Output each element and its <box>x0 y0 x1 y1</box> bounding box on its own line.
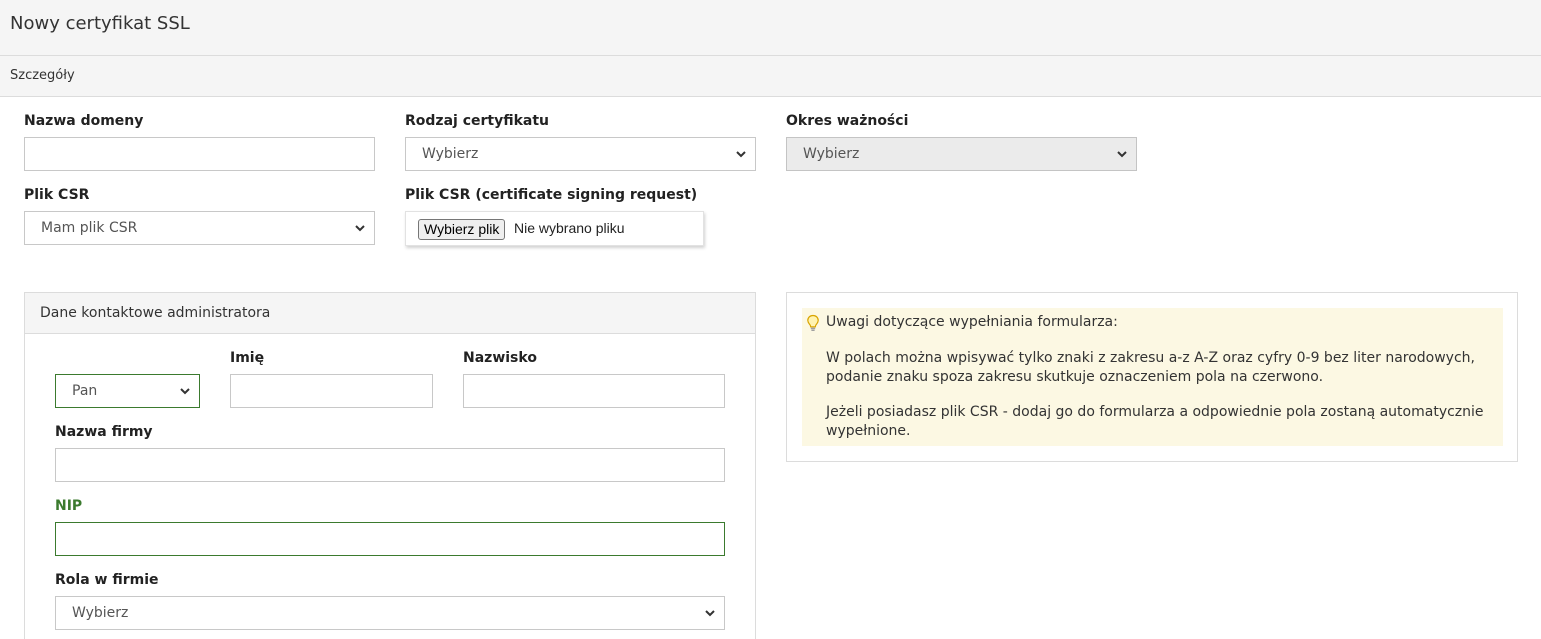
section-bar: Szczegóły <box>0 56 1541 97</box>
section-title: Szczegóły <box>10 68 75 83</box>
validity-select[interactable]: Wybierz <box>786 137 1137 171</box>
csr-file-selected: Mam plik CSR <box>41 220 138 236</box>
csr-file-label: Plik CSR <box>24 187 90 203</box>
file-status: Nie wybrano pliku <box>514 220 625 236</box>
csr-file-upload: Wybierz plik Nie wybrano pliku <box>405 211 704 246</box>
notes-title: Uwagi dotyczące wypełniania formularza: <box>826 314 1118 330</box>
first-name-input[interactable] <box>230 374 433 408</box>
company-input[interactable] <box>55 448 725 482</box>
choose-file-button[interactable]: Wybierz plik <box>418 219 506 240</box>
domain-name-label: Nazwa domeny <box>24 113 144 129</box>
cert-type-select[interactable]: Wybierz <box>405 137 756 171</box>
domain-name-input[interactable] <box>24 137 375 171</box>
notes-paragraph: Jeżeli posiadasz plik CSR - dodaj go do … <box>826 404 1484 439</box>
admin-contact-title: Dane kontaktowe administratora <box>40 305 271 321</box>
nip-label: NIP <box>55 498 83 514</box>
last-name-input[interactable] <box>463 374 725 408</box>
form-notes-panel: Uwagi dotyczące wypełniania formularza: … <box>786 292 1518 462</box>
salutation-selected: Pan <box>72 383 98 399</box>
role-label: Rola w firmie <box>55 572 159 588</box>
cert-type-selected: Wybierz <box>422 146 479 162</box>
role-select[interactable]: Wybierz <box>55 596 725 630</box>
company-label: Nazwa firmy <box>55 424 153 440</box>
chevron-down-icon <box>705 610 715 617</box>
validity-label: Okres ważności <box>786 113 909 129</box>
chevron-down-icon <box>1117 151 1127 158</box>
notes-paragraph: W polach można wpisywać tylko znaki z za… <box>826 350 1475 385</box>
chevron-down-icon <box>736 151 746 158</box>
lightbulb-icon <box>807 314 819 331</box>
nip-input[interactable] <box>55 522 725 556</box>
chevron-down-icon <box>180 388 190 395</box>
validity-selected: Wybierz <box>803 146 860 162</box>
page-title: Nowy certyfikat SSL <box>10 13 190 34</box>
csr-upload-label: Plik CSR (certificate signing request) <box>405 187 698 203</box>
last-name-label: Nazwisko <box>463 350 537 366</box>
salutation-select[interactable]: Pan <box>55 374 200 408</box>
role-selected: Wybierz <box>72 605 129 621</box>
csr-file-select[interactable]: Mam plik CSR <box>24 211 375 245</box>
page-header: Nowy certyfikat SSL <box>0 0 1541 56</box>
cert-type-label: Rodzaj certyfikatu <box>405 113 549 129</box>
form-notes-box: Uwagi dotyczące wypełniania formularza: … <box>802 308 1503 446</box>
admin-contact-header: Dane kontaktowe administratora <box>25 293 755 334</box>
first-name-label: Imię <box>230 350 265 366</box>
chevron-down-icon <box>355 225 365 232</box>
